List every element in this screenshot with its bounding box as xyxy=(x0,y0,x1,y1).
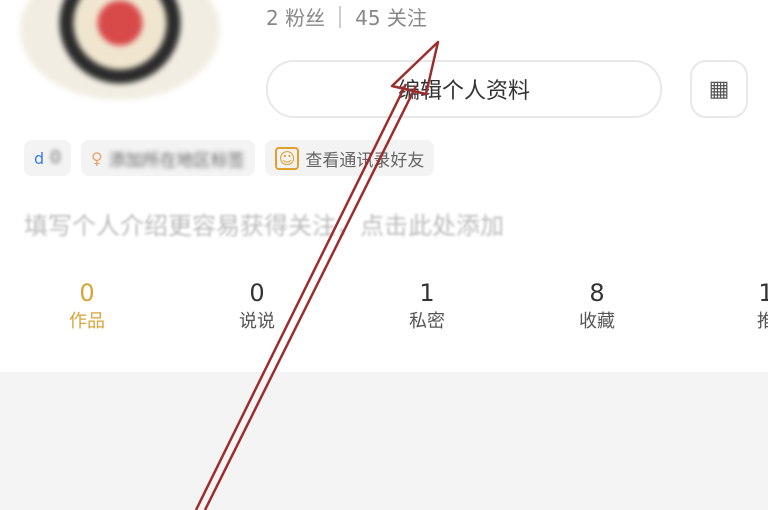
tab-label: 作品 xyxy=(69,311,105,332)
qr-code-icon: ▦ xyxy=(708,76,730,102)
tab-count: 1 xyxy=(758,279,768,307)
tab-works[interactable]: 0 作品 xyxy=(27,278,147,336)
tag-label: 0 xyxy=(50,148,61,168)
douyin-d-icon: d xyxy=(34,148,45,168)
content-area xyxy=(0,372,768,510)
profile-tags: d 0 ♀ 添加所在地区标签 ☺ 查看通讯录好友 xyxy=(24,140,435,176)
contacts-icon: ☺ xyxy=(274,146,300,170)
edit-profile-button[interactable]: 编辑个人资料 xyxy=(266,60,662,118)
douyin-id-tag[interactable]: d 0 xyxy=(24,140,71,176)
divider xyxy=(339,5,342,28)
location-tag[interactable]: ♀ 添加所在地区标签 xyxy=(80,140,255,176)
tab-recommend[interactable]: 1 推 xyxy=(706,278,768,336)
edit-profile-label: 编辑个人资料 xyxy=(397,79,530,104)
tab-private[interactable]: 1 私密 xyxy=(367,278,487,336)
tab-label: 收藏 xyxy=(579,311,615,332)
tag-label: 添加所在地区标签 xyxy=(108,150,245,171)
tab-label: 推 xyxy=(757,311,768,332)
tab-count: 0 xyxy=(249,279,265,307)
location-icon: ♀ xyxy=(90,148,103,168)
tab-count: 0 xyxy=(79,279,95,307)
qr-code-button[interactable]: ▦ xyxy=(690,60,748,118)
avatar[interactable] xyxy=(20,0,220,100)
followers-count[interactable]: 2 粉丝 xyxy=(266,2,325,31)
following-count[interactable]: 45 关注 xyxy=(355,2,427,31)
tab-favorites[interactable]: 8 收藏 xyxy=(537,278,657,336)
contacts-tag[interactable]: ☺ 查看通讯录好友 xyxy=(264,140,435,176)
tag-label: 查看通讯录好友 xyxy=(305,150,425,171)
bio-placeholder[interactable]: 填写个人介绍更容易获得关注，点击此处添加 xyxy=(24,206,504,241)
tab-count: 1 xyxy=(419,279,435,307)
follow-stats: 2 粉丝 45 关注 xyxy=(266,2,427,31)
tab-label: 私密 xyxy=(409,311,445,332)
profile-tabs: 0 作品 0 说说 1 私密 8 收藏 1 推 xyxy=(0,278,768,350)
tab-label: 说说 xyxy=(239,311,275,332)
tab-posts[interactable]: 0 说说 xyxy=(197,278,317,336)
tab-count: 8 xyxy=(589,279,605,307)
